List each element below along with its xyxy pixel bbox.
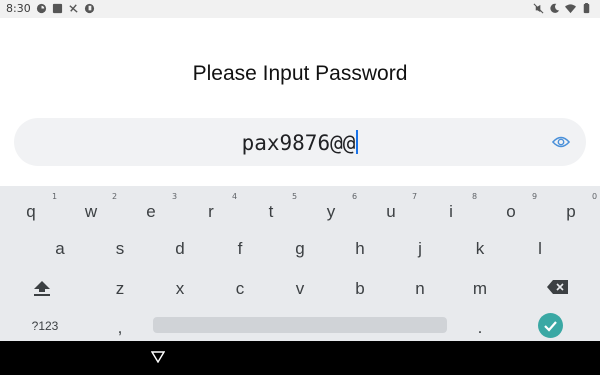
key-hint-2: 2	[112, 192, 118, 201]
wifi-icon	[565, 4, 576, 14]
battery-icon	[583, 3, 590, 14]
key-e[interactable]: e	[131, 202, 171, 222]
key-g[interactable]: g	[280, 239, 320, 259]
key-hint-4: 4	[232, 192, 238, 201]
status-icons-left	[36, 3, 95, 14]
key-y[interactable]: y	[311, 202, 351, 222]
key-s[interactable]: s	[100, 239, 140, 259]
key-v[interactable]: v	[280, 279, 320, 299]
key-hint-8: 8	[472, 192, 478, 201]
key-k[interactable]: k	[460, 239, 500, 259]
key-w[interactable]: w	[71, 202, 111, 222]
key-q[interactable]: q	[11, 202, 51, 222]
key-a[interactable]: a	[40, 239, 80, 259]
key-t[interactable]: t	[251, 202, 291, 222]
app-icon-2	[84, 3, 95, 14]
key-hint-1: 1	[52, 192, 58, 201]
dnd-moon-icon	[550, 3, 560, 13]
enter-button[interactable]	[538, 313, 563, 338]
key-c[interactable]: c	[220, 279, 260, 299]
shift-icon[interactable]	[33, 279, 51, 297]
status-bar: 8:30	[0, 0, 600, 18]
spacebar[interactable]	[153, 317, 447, 333]
password-field[interactable]: pax9876@@	[14, 118, 586, 166]
key-d[interactable]: d	[160, 239, 200, 259]
key-hint-0: 0	[592, 192, 598, 201]
page-title: Please Input Password	[192, 62, 408, 85]
password-value-container[interactable]: pax9876@@	[14, 118, 586, 166]
key-h[interactable]: h	[340, 239, 380, 259]
key-l[interactable]: l	[520, 239, 560, 259]
key-hint-5: 5	[292, 192, 298, 201]
app-icon	[36, 3, 47, 14]
eye-icon[interactable]	[552, 134, 570, 150]
key-x[interactable]: x	[160, 279, 200, 299]
soft-keyboard: q w e r t y u i o p 1 2 3 4 5 6 7 8 9 0 …	[0, 186, 600, 341]
square-icon	[52, 3, 63, 14]
key-u[interactable]: u	[371, 202, 411, 222]
key-n[interactable]: n	[400, 279, 440, 299]
key-i[interactable]: i	[431, 202, 471, 222]
key-b[interactable]: b	[340, 279, 380, 299]
mute-icon	[533, 3, 544, 14]
check-icon	[544, 321, 557, 332]
key-comma[interactable]: ,	[100, 318, 140, 338]
key-p[interactable]: p	[551, 202, 591, 222]
key-period[interactable]: .	[460, 318, 500, 338]
text-cursor	[356, 130, 359, 154]
key-hint-7: 7	[412, 192, 418, 201]
key-hint-9: 9	[532, 192, 538, 201]
key-m[interactable]: m	[460, 279, 500, 299]
key-j[interactable]: j	[400, 239, 440, 259]
wifi-off-icon	[69, 4, 78, 13]
back-triangle-icon[interactable]	[151, 351, 165, 363]
password-value: pax9876@@	[241, 131, 356, 155]
backspace-icon[interactable]	[547, 280, 569, 294]
navigation-bar	[0, 341, 600, 375]
key-o[interactable]: o	[491, 202, 531, 222]
status-time: 8:30	[6, 2, 31, 15]
key-symbols[interactable]: ?123	[25, 319, 65, 333]
key-r[interactable]: r	[191, 202, 231, 222]
key-f[interactable]: f	[220, 239, 260, 259]
status-icons-right	[533, 3, 592, 14]
key-hint-6: 6	[352, 192, 358, 201]
key-z[interactable]: z	[100, 279, 140, 299]
key-hint-3: 3	[172, 192, 178, 201]
